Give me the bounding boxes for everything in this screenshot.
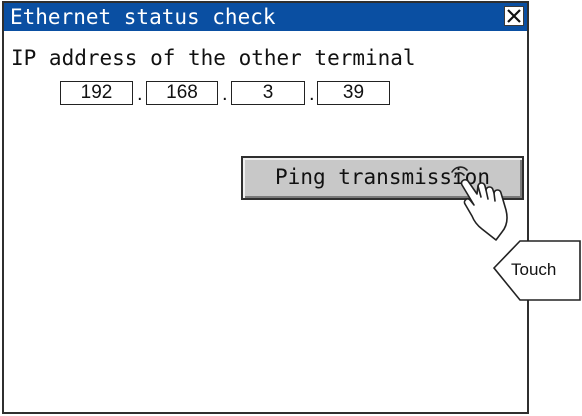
window-title: Ethernet status check <box>10 5 276 29</box>
ip-octet-1[interactable]: 192 <box>60 81 133 105</box>
ip-separator: . <box>309 83 315 105</box>
close-icon <box>507 9 521 23</box>
ip-octet-4[interactable]: 39 <box>317 81 390 105</box>
ip-separator: . <box>137 83 143 105</box>
ip-address-label: IP address of the other terminal <box>11 46 416 70</box>
close-button[interactable] <box>504 6 524 26</box>
ip-octet-3[interactable]: 3 <box>231 81 305 105</box>
touch-annotation-label: Touch <box>511 260 557 279</box>
ip-octet-2[interactable]: 168 <box>146 81 218 105</box>
title-bar: Ethernet status check <box>4 3 527 31</box>
ip-separator: . <box>222 83 228 105</box>
ping-transmission-button[interactable]: Ping transmission <box>241 156 524 200</box>
ethernet-status-window: Ethernet status check IP address of the … <box>2 1 529 414</box>
